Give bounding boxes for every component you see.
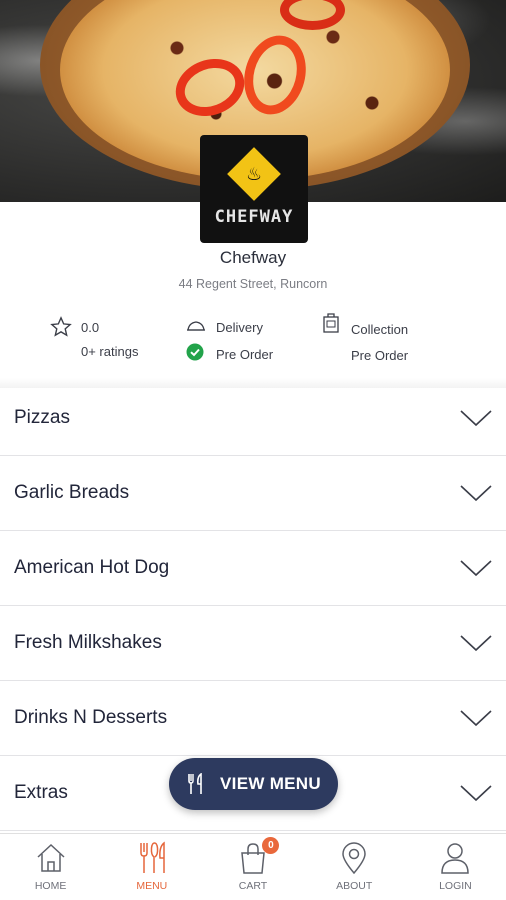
delivery-status: Pre Order: [216, 347, 274, 362]
category-label: Extras: [14, 782, 68, 803]
tab-label: CART: [238, 880, 268, 892]
delivery-label: Delivery: [216, 320, 263, 335]
restaurant-name: Chefway: [219, 248, 287, 267]
category-row[interactable]: American Hot Dog: [0, 531, 506, 606]
tab-about[interactable]: ABOUT: [304, 834, 405, 900]
category-row[interactable]: Fresh Milkshakes: [0, 606, 506, 681]
cutlery-icon: [140, 841, 165, 873]
chevron-down-icon: [460, 560, 492, 577]
chevron-down-icon: [460, 635, 492, 652]
user-icon: [441, 843, 470, 874]
category-row[interactable]: Garlic Breads: [0, 456, 506, 531]
view-menu-label: VIEW MENU: [220, 774, 321, 793]
category-label: American Hot Dog: [14, 557, 170, 578]
cart-badge: 0: [262, 837, 280, 854]
tab-home[interactable]: HOME: [0, 834, 101, 900]
logo-emblem-icon: ♨: [227, 147, 281, 201]
restaurant-logo: ♨ CHEFWAY: [200, 135, 308, 243]
bottom-tab-bar: HOME MENU 0 CART ABOUT LOGIN: [0, 833, 506, 900]
collection-status: Pre Order: [351, 348, 409, 363]
tab-menu[interactable]: MENU: [101, 834, 202, 900]
category-row[interactable]: Pizzas: [0, 381, 506, 456]
rating-count: 0+ ratings: [81, 344, 139, 359]
rating-value: 0.0: [81, 320, 100, 335]
category-label: Garlic Breads: [14, 482, 130, 503]
tab-label: MENU: [136, 880, 168, 892]
view-menu-button[interactable]: VIEW MENU: [169, 758, 338, 810]
category-row[interactable]: Drinks N Desserts: [0, 681, 506, 756]
restaurant-address: 44 Regent Street, Runcorn: [178, 277, 328, 291]
collection-label: Collection: [351, 322, 409, 337]
tab-login[interactable]: LOGIN: [405, 834, 506, 900]
chevron-down-icon: [460, 785, 492, 802]
collection-bag-icon: [323, 313, 339, 333]
chevron-down-icon: [460, 410, 492, 427]
tab-label: LOGIN: [439, 880, 472, 892]
home-icon: [37, 843, 65, 872]
category-label: Drinks N Desserts: [14, 707, 168, 728]
logo-wordmark: CHEFWAY: [214, 207, 294, 227]
tab-label: HOME: [34, 880, 67, 892]
location-pin-icon: [342, 842, 366, 875]
check-circle-icon: [186, 343, 204, 361]
chevron-down-icon: [460, 710, 492, 727]
category-label: Fresh Milkshakes: [14, 632, 162, 653]
delivery-icon: [187, 321, 205, 331]
tab-label: ABOUT: [336, 880, 373, 892]
tab-cart[interactable]: 0 CART: [202, 834, 303, 900]
category-label: Pizzas: [14, 407, 70, 428]
cutlery-icon: [186, 773, 206, 795]
star-icon: [50, 316, 72, 337]
chevron-down-icon: [460, 485, 492, 502]
